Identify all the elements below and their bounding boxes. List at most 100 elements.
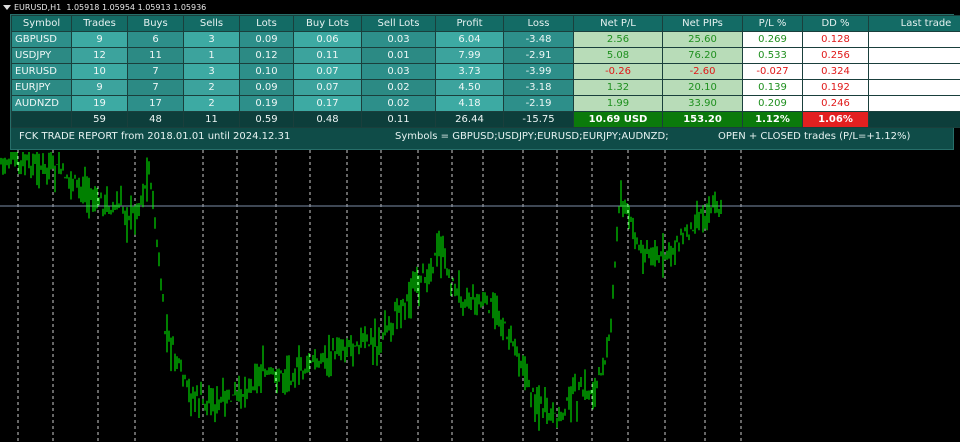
col-symbol[interactable]: Symbol (11, 15, 72, 32)
cell-net-pl: -0.26 (573, 63, 663, 80)
total-net-pips: 153.20 (662, 111, 743, 128)
cell-dd-pct: 0.128 (802, 31, 869, 48)
cell-sell-lots: 0.01 (361, 47, 436, 64)
cell-sell-lots: 0.02 (361, 95, 436, 112)
table-row[interactable]: EURJPY 9 7 2 0.09 0.07 0.02 4.50 -3.18 1… (11, 79, 960, 96)
trade-report-panel: Symbol Trades Buys Sells Lots Buy Lots S… (10, 14, 960, 150)
cell-dd-pct: 0.192 (802, 79, 869, 96)
cell-net-pl: 5.08 (573, 47, 663, 64)
cell-net-pl: 1.99 (573, 95, 663, 112)
col-loss[interactable]: Loss (503, 15, 574, 32)
cell-net-pips: 76.20 (662, 47, 743, 64)
ohlc-values: 1.05918 1.05954 1.05913 1.05936 (66, 3, 207, 12)
totals-row: 59 48 11 0.59 0.48 0.11 26.44 -15.75 10.… (11, 111, 960, 128)
cell-buys: 11 (127, 47, 184, 64)
total-buy-lots: 0.48 (293, 111, 362, 128)
cell-lots: 0.12 (239, 47, 294, 64)
cell-net-pl: 1.32 (573, 79, 663, 96)
cell-lots: 0.10 (239, 63, 294, 80)
cell-sells: 2 (183, 95, 240, 112)
report-symbols: Symbols = GBPUSD;USDJPY;EURUSD;EURJPY;AU… (395, 131, 669, 142)
cell-loss: -2.19 (503, 95, 574, 112)
cell-buy-lots: 0.07 (293, 63, 362, 80)
cell-profit: 4.18 (435, 95, 504, 112)
total-dd-pct: 1.06% (802, 111, 869, 128)
cell-last-trade (868, 95, 960, 112)
cell-sells: 1 (183, 47, 240, 64)
cell-buys: 7 (127, 63, 184, 80)
total-buys: 48 (127, 111, 184, 128)
cell-dd-pct: 0.246 (802, 95, 869, 112)
table-row[interactable]: EURUSD 10 7 3 0.10 0.07 0.03 3.73 -3.99 … (11, 63, 960, 80)
col-trades[interactable]: Trades (71, 15, 128, 32)
cell-buys: 17 (127, 95, 184, 112)
cell-last-trade (868, 31, 960, 48)
table-row[interactable]: AUDNZD 19 17 2 0.19 0.17 0.02 4.18 -2.19… (11, 95, 960, 112)
col-profit[interactable]: Profit (435, 15, 504, 32)
cell-lots: 0.19 (239, 95, 294, 112)
table-row[interactable]: USDJPY 12 11 1 0.12 0.11 0.01 7.99 -2.91… (11, 47, 960, 64)
cell-buys: 6 (127, 31, 184, 48)
report-table: Symbol Trades Buys Sells Lots Buy Lots S… (11, 15, 960, 128)
col-lots[interactable]: Lots (239, 15, 294, 32)
cell-pl-pct: 0.139 (742, 79, 803, 96)
cell-buy-lots: 0.07 (293, 79, 362, 96)
cell-pl-pct: 0.209 (742, 95, 803, 112)
cell-net-pips: 33.90 (662, 95, 743, 112)
cell-last-trade (868, 79, 960, 96)
cell-trades: 9 (71, 79, 128, 96)
report-footer: FCK TRADE REPORT from 2018.01.01 until 2… (11, 129, 953, 145)
cell-last-trade (868, 47, 960, 64)
cell-loss: -3.18 (503, 79, 574, 96)
cell-last-trade (868, 63, 960, 80)
cell-buy-lots: 0.11 (293, 47, 362, 64)
cell-trades: 9 (71, 31, 128, 48)
cell-profit: 4.50 (435, 79, 504, 96)
total-net-pl: 10.69 USD (573, 111, 663, 128)
total-pl-pct: 1.12% (742, 111, 803, 128)
cell-buys: 7 (127, 79, 184, 96)
cell-trades: 10 (71, 63, 128, 80)
total-symbol (11, 111, 72, 128)
cell-sells: 3 (183, 63, 240, 80)
col-buy-lots[interactable]: Buy Lots (293, 15, 362, 32)
report-mode: OPEN + CLOSED trades (P/L=+1.12%) (718, 131, 911, 142)
cell-buy-lots: 0.17 (293, 95, 362, 112)
total-loss: -15.75 (503, 111, 574, 128)
col-net-pips[interactable]: Net PIPs (662, 15, 743, 32)
cell-loss: -3.99 (503, 63, 574, 80)
cell-pl-pct: 0.533 (742, 47, 803, 64)
total-last-trade (868, 111, 960, 128)
cell-pl-pct: -0.027 (742, 63, 803, 80)
col-net-pl[interactable]: Net P/L (573, 15, 663, 32)
col-dd-pct[interactable]: DD % (802, 15, 869, 32)
cell-lots: 0.09 (239, 31, 294, 48)
collapse-triangle-icon[interactable] (3, 4, 11, 10)
cell-sell-lots: 0.03 (361, 63, 436, 80)
cell-loss: -2.91 (503, 47, 574, 64)
cell-profit: 3.73 (435, 63, 504, 80)
col-sells[interactable]: Sells (183, 15, 240, 32)
total-trades: 59 (71, 111, 128, 128)
cell-sell-lots: 0.02 (361, 79, 436, 96)
cell-trades: 12 (71, 47, 128, 64)
symbol-timeframe: EURUSD,H1 (14, 3, 62, 12)
cell-pl-pct: 0.269 (742, 31, 803, 48)
cell-dd-pct: 0.324 (802, 63, 869, 80)
col-last-trade[interactable]: Last trade (868, 15, 960, 32)
col-sell-lots[interactable]: Sell Lots (361, 15, 436, 32)
col-pl-pct[interactable]: P/L % (742, 15, 803, 32)
table-row[interactable]: GBPUSD 9 6 3 0.09 0.06 0.03 6.04 -3.48 2… (11, 31, 960, 48)
total-sells: 11 (183, 111, 240, 128)
cell-lots: 0.09 (239, 79, 294, 96)
total-sell-lots: 0.11 (361, 111, 436, 128)
col-buys[interactable]: Buys (127, 15, 184, 32)
cell-profit: 7.99 (435, 47, 504, 64)
cell-sell-lots: 0.03 (361, 31, 436, 48)
cell-net-pips: 20.10 (662, 79, 743, 96)
symbol-header: EURUSD,H1 1.05918 1.05954 1.05913 1.0593… (2, 1, 206, 14)
cell-dd-pct: 0.256 (802, 47, 869, 64)
cell-trades: 19 (71, 95, 128, 112)
header-row: Symbol Trades Buys Sells Lots Buy Lots S… (11, 15, 960, 32)
cell-net-pl: 2.56 (573, 31, 663, 48)
